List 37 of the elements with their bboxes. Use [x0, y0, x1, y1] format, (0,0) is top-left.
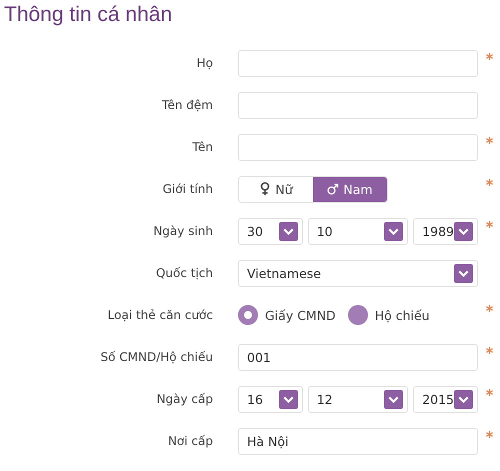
- select-field[interactable]: 10: [308, 218, 408, 244]
- field-label: Ngày cấp: [156, 392, 214, 406]
- select-field[interactable]: Vietnamese: [238, 260, 478, 286]
- gender-toggle[interactable]: Nam: [313, 176, 387, 202]
- select-field[interactable]: 16: [238, 386, 303, 412]
- dropdown-icon: [454, 264, 473, 282]
- field-label: Loại thẻ căn cước: [106, 308, 214, 322]
- select-field[interactable]: 30: [238, 218, 303, 244]
- radio-label: Hộ chiếu: [374, 308, 430, 322]
- dropdown-icon: [454, 222, 473, 240]
- dropdown-icon: [384, 390, 404, 408]
- field-label: Họ: [196, 56, 214, 70]
- field-label: Quốc tịch: [154, 266, 214, 280]
- select-field[interactable]: 12: [308, 386, 408, 412]
- dropdown-icon: [384, 222, 404, 240]
- dropdown-icon: [278, 390, 298, 408]
- dropdown-icon: [278, 222, 298, 240]
- field-label: Ngày sinh: [152, 224, 214, 238]
- text-field[interactable]: [238, 134, 478, 160]
- select-field[interactable]: 1989: [413, 218, 478, 244]
- text-field[interactable]: 001: [238, 344, 478, 370]
- field-label: Tên: [191, 140, 214, 154]
- text-field[interactable]: [238, 50, 478, 76]
- field-label: Giới tính: [162, 182, 214, 196]
- radio-button[interactable]: [238, 305, 258, 325]
- select-field[interactable]: 2015: [413, 386, 478, 412]
- field-label: Nơi cấp: [166, 434, 214, 448]
- text-field[interactable]: Hà Nội: [238, 428, 478, 454]
- radio-button[interactable]: [348, 305, 368, 325]
- text-field[interactable]: [238, 92, 478, 118]
- dropdown-icon: [454, 390, 473, 408]
- field-label: Số CMND/Hộ chiếu: [100, 350, 214, 364]
- male-icon: [327, 182, 340, 196]
- page-title: Thông tin cá nhân: [3, 2, 174, 28]
- field-label: Tên đệm: [160, 98, 214, 112]
- female-icon: [259, 182, 272, 196]
- radio-label: Giấy CMND: [265, 308, 336, 322]
